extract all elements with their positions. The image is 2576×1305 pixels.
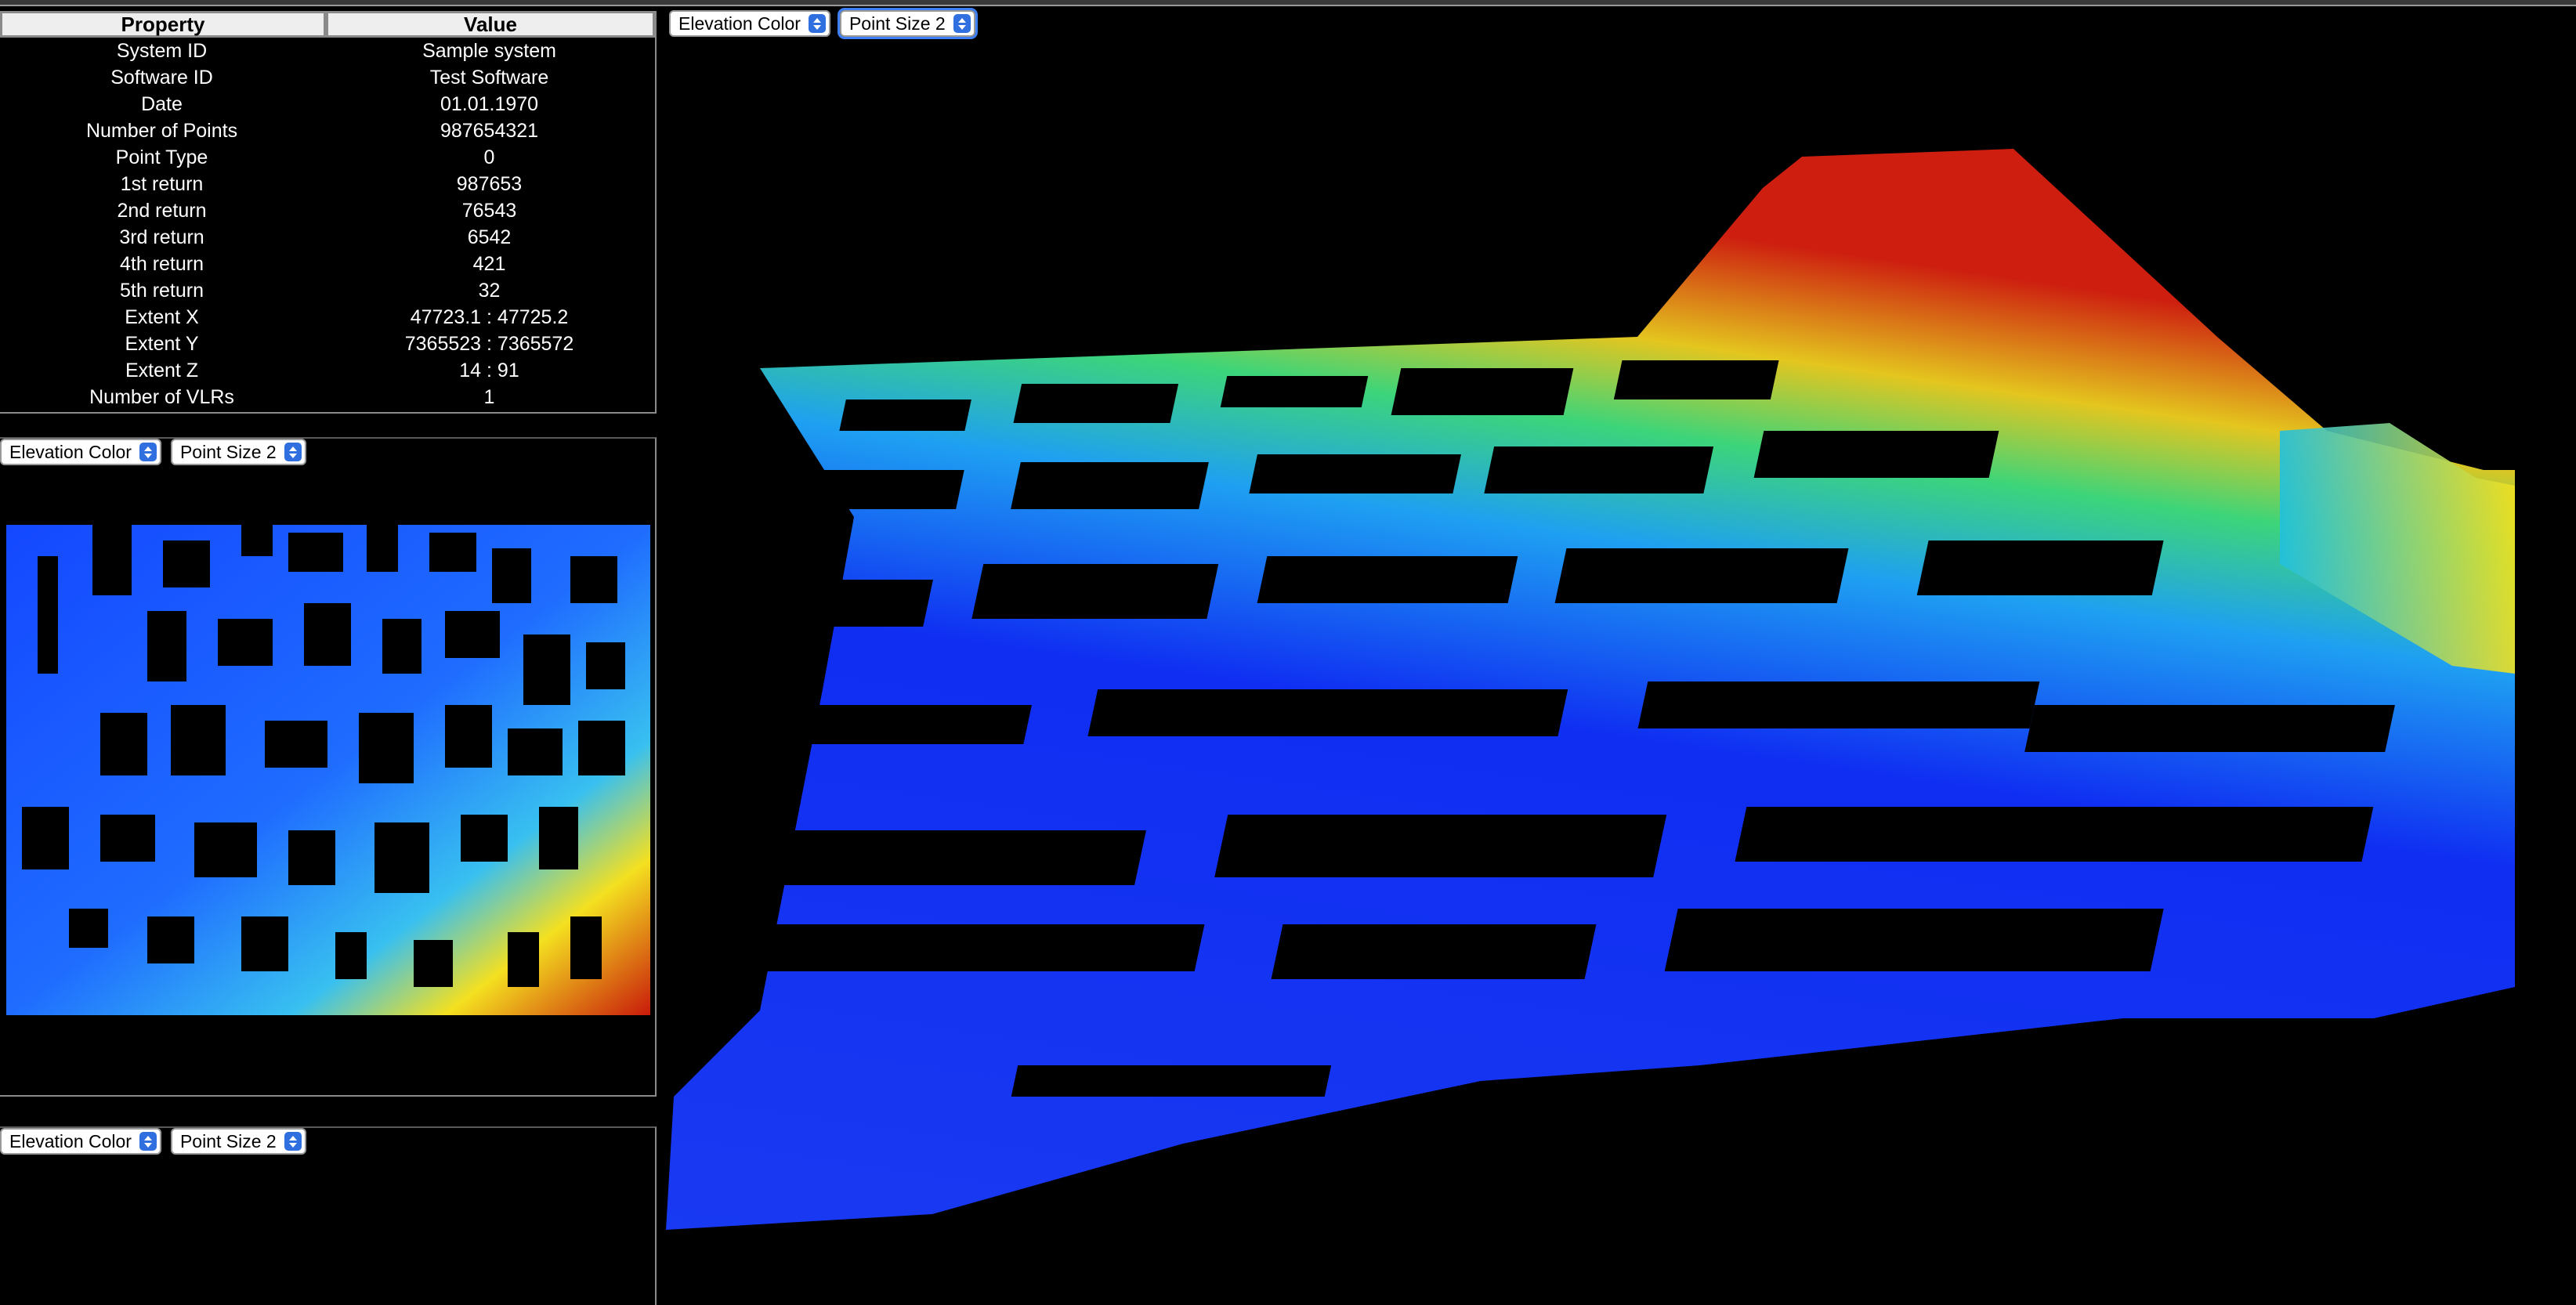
value-column-header: Value — [326, 11, 655, 38]
table-row: System ID Sample system — [0, 38, 655, 64]
select-arrow-icon — [808, 14, 826, 33]
property-name: 1st return — [120, 172, 204, 195]
property-value: 76543 — [461, 199, 517, 222]
property-name: 5th return — [120, 279, 204, 302]
property-value: 14 : 91 — [459, 359, 519, 381]
point-cloud — [666, 149, 2515, 1230]
property-name: 4th return — [120, 252, 204, 275]
table-body: System ID Sample system Software ID Test So… — [0, 38, 655, 410]
table-row: Software ID Test Software — [0, 64, 655, 91]
table-header: Property Value — [0, 11, 655, 38]
topview-elevation-map[interactable] — [6, 525, 650, 1015]
table-row: Extent X 47723.1 : 47725.2 — [0, 304, 655, 331]
table-row: Date 01.01.1970 — [0, 91, 655, 117]
color-mode-select[interactable]: Elevation Color — [0, 1128, 161, 1155]
point-size-select[interactable]: Point Size 2 — [837, 8, 978, 39]
property-name: System ID — [116, 39, 208, 62]
point-cloud-3d-view[interactable] — [666, 141, 2515, 1238]
property-value: 7365523 : 7365572 — [404, 332, 574, 355]
select-value: Point Size 2 — [848, 13, 946, 34]
property-name: Extent Y — [125, 332, 199, 355]
property-value: 6542 — [467, 226, 512, 248]
property-name: Number of Points — [85, 119, 238, 142]
property-value: 421 — [472, 252, 506, 275]
property-name: Date — [141, 92, 183, 115]
property-name: 3rd return — [119, 226, 204, 248]
property-value: 987654321 — [440, 119, 539, 142]
property-value: 32 — [478, 279, 501, 302]
property-name: Extent Z — [125, 359, 199, 381]
property-value: 987653 — [456, 172, 523, 195]
color-mode-select[interactable]: Elevation Color — [0, 439, 161, 465]
property-name: 2nd return — [117, 199, 207, 222]
table-row: Extent Y 7365523 : 7365572 — [0, 331, 655, 357]
property-value: Test Software — [429, 66, 549, 89]
main-viewer-controls: Elevation Color Point Size 2 — [669, 8, 978, 39]
property-value: 0 — [483, 146, 495, 168]
table-row: 2nd return 76543 — [0, 197, 655, 224]
select-arrow-icon — [284, 1132, 302, 1151]
select-arrow-icon — [139, 443, 157, 461]
point-size-select[interactable]: Point Size 2 — [170, 1128, 306, 1155]
third-viewer-controls: Elevation Color Point Size 2 — [0, 1128, 306, 1155]
select-arrow-icon — [139, 1132, 157, 1151]
property-name: Extent X — [125, 305, 199, 328]
table-row: 1st return 987653 — [0, 171, 655, 197]
property-name: Software ID — [110, 66, 213, 89]
property-column-header: Property — [0, 11, 326, 38]
select-arrow-icon — [284, 443, 302, 461]
table-row: Number of Points 987654321 — [0, 117, 655, 144]
select-value: Point Size 2 — [179, 441, 277, 462]
table-row: 3rd return 6542 — [0, 224, 655, 251]
topview-controls: Elevation Color Point Size 2 — [0, 439, 306, 465]
select-arrow-icon — [953, 14, 971, 33]
table-row: Number of VLRs 1 — [0, 384, 655, 410]
table-row: 4th return 421 — [0, 251, 655, 277]
select-value: Elevation Color — [678, 13, 801, 34]
table-row: Point Type 0 — [0, 144, 655, 171]
property-value: Sample system — [422, 39, 556, 62]
property-value: 01.01.1970 — [440, 92, 539, 115]
property-name: Point Type — [115, 146, 208, 168]
property-value: 47723.1 : 47725.2 — [410, 305, 569, 328]
table-row: Extent Z 14 : 91 — [0, 357, 655, 384]
select-value: Elevation Color — [9, 441, 132, 462]
properties-table: Property Value System ID Sample system Sof… — [0, 11, 657, 414]
property-value: 1 — [483, 385, 495, 408]
table-row: 5th return 32 — [0, 277, 655, 304]
select-value: Elevation Color — [9, 1130, 132, 1151]
property-name: Number of VLRs — [89, 385, 234, 408]
select-value: Point Size 2 — [179, 1130, 277, 1151]
window-top-border — [0, 0, 2576, 6]
color-mode-select[interactable]: Elevation Color — [669, 10, 830, 37]
point-size-select[interactable]: Point Size 2 — [170, 439, 306, 465]
